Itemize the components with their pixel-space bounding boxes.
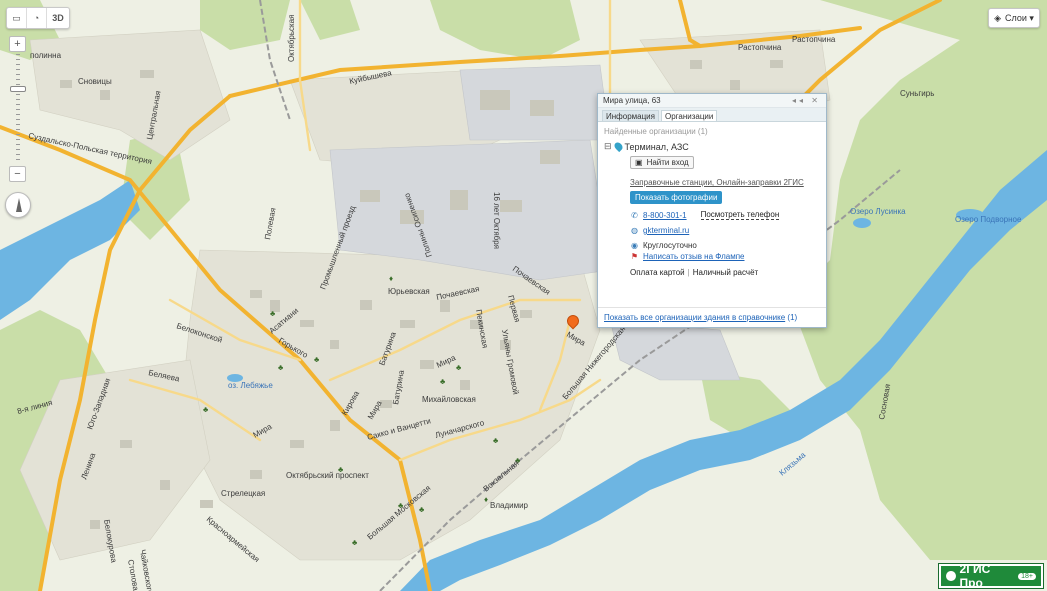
popup-footer: Показать все организации здания в справо…	[598, 307, 826, 327]
layers-label: Слои ▾	[1005, 12, 1034, 23]
popup-header: Мира улица, 63 ◂◂ ✕	[598, 94, 826, 108]
3d-mode-button[interactable]: 3D	[47, 8, 69, 28]
find-entrance-label: Найти вход	[646, 158, 689, 167]
logo-mark-icon	[946, 571, 956, 581]
label-yurevskaya: Юрьевская	[388, 287, 430, 296]
2gis-pro-logo[interactable]: 2ГИС Про 18+	[938, 562, 1044, 590]
zoom-out-button[interactable]: −	[9, 166, 26, 182]
compass-icon[interactable]	[5, 192, 31, 218]
website-row: ◍ gkterminal.ru	[630, 226, 820, 235]
label-lake-lebyazhe: оз. Лебяжье	[228, 381, 273, 390]
phone-number[interactable]: 8-800-301-1	[643, 211, 687, 220]
globe-icon: ◍	[631, 226, 638, 235]
door-icon: ▣	[635, 158, 643, 167]
layers-icon: ◈	[994, 12, 1001, 23]
show-phone-link[interactable]: Посмотреть телефон	[700, 210, 780, 220]
organization-categories[interactable]: Заправочные станции, Онлайн-заправки 2ГИ…	[630, 178, 820, 187]
organization-title[interactable]: ⊟ Терминал, АЗС	[604, 140, 820, 153]
svg-text:♣: ♣	[278, 363, 284, 372]
label-mikhaylovskaya: Михайловская	[422, 395, 476, 404]
svg-text:♦: ♦	[484, 495, 488, 504]
zoom-control: + −	[9, 36, 27, 182]
label-snovitsy: Сновицы	[78, 77, 112, 86]
map-canvas[interactable]: ♣♣♣ ♣♣♣ ♣♣♣ ♣♣♣ ♦♦ Куйбышева Растопчина …	[0, 0, 1047, 591]
flag-icon: ⚑	[630, 252, 639, 261]
website-link[interactable]: gkterminal.ru	[643, 226, 689, 235]
svg-text:♣: ♣	[352, 538, 358, 547]
logo-text: 2ГИС Про	[959, 562, 991, 590]
review-row: ⚑ Написать отзыв на Флампе	[630, 252, 820, 261]
clock-icon: ◉	[631, 241, 638, 250]
tab-information[interactable]: Информация	[602, 110, 659, 121]
label-rastopchina-2: Растопчина	[792, 35, 836, 44]
show-all-count: (1)	[787, 313, 798, 322]
label-lake-podvornoe: Озеро Подворное	[955, 215, 1022, 224]
label-vladimir-station: Владимир	[490, 501, 529, 510]
svg-text:♣: ♣	[203, 405, 209, 414]
write-review-link[interactable]: Написать отзыв на Флампе	[643, 252, 745, 261]
found-organizations-label: Найденные организации (1)	[604, 127, 708, 136]
tab-organizations[interactable]: Организации	[660, 110, 718, 121]
svg-text:♦: ♦	[389, 274, 393, 283]
age-badge: 18+	[1018, 572, 1036, 580]
zoom-in-button[interactable]: +	[9, 36, 26, 52]
popup-title: Мира улица, 63	[603, 96, 661, 105]
label-streletskaya: Стрелецкая	[221, 489, 265, 498]
layers-button[interactable]: ◈ Слои ▾	[988, 8, 1040, 28]
info-popup: Мира улица, 63 ◂◂ ✕ Информация Организац…	[597, 93, 827, 328]
collapse-icon[interactable]: ⊟	[604, 141, 612, 152]
svg-text:♣: ♣	[493, 436, 499, 445]
phone-row: ✆ 8-800-301-1 Посмотреть телефон	[630, 210, 820, 220]
payment-cash: Наличный расчёт	[692, 268, 759, 277]
zoom-slider-handle[interactable]	[10, 85, 26, 92]
pin-icon	[612, 140, 624, 153]
svg-text:♣: ♣	[314, 355, 320, 364]
ruler-icon[interactable]: ▭	[7, 8, 27, 28]
popup-tabs: Информация Организации	[598, 108, 826, 122]
svg-text:♣: ♣	[440, 377, 446, 386]
hours-row: ◉ Круглосуточно	[630, 241, 820, 250]
zoom-track[interactable]	[16, 54, 20, 164]
svg-text:♣: ♣	[270, 309, 276, 318]
popup-controls[interactable]: ◂◂ ✕	[792, 96, 821, 105]
label-oktyabrskaya: Октябрьская	[287, 15, 296, 62]
find-entrance-button[interactable]: ▣ Найти вход	[630, 156, 694, 169]
payment-card: Оплата картой	[630, 268, 685, 277]
label-suntsevo: Суньгирь	[900, 89, 934, 98]
working-hours: Круглосуточно	[643, 241, 697, 250]
phone-icon: ✆	[631, 210, 638, 220]
map-toolbar: ▭ ◔ 3D	[6, 7, 70, 29]
popup-body: Найденные организации (1) ⊟ Терминал, АЗ…	[598, 122, 826, 282]
svg-text:♣: ♣	[419, 505, 425, 514]
label-lake-lusinka: Озеро Лусинка	[850, 207, 906, 216]
show-all-organizations-link[interactable]: Показать все организации здания в справо…	[604, 313, 785, 322]
sound-icon[interactable]: ◔	[27, 8, 47, 28]
label-polinna: полинна	[30, 51, 62, 60]
payment-methods: Оплата картой | Наличный расчёт	[630, 268, 759, 277]
show-photos-button[interactable]: Показать фотографии	[630, 191, 723, 204]
label-oktyabrsky: Октябрьский проспект	[286, 471, 369, 480]
organization-name[interactable]: Терминал, АЗС	[625, 142, 689, 152]
label-16-let-oktyabrya: 16 лет Октября	[492, 192, 501, 249]
label-rastopchina: Растопчина	[738, 43, 782, 52]
svg-text:♣: ♣	[456, 363, 462, 372]
